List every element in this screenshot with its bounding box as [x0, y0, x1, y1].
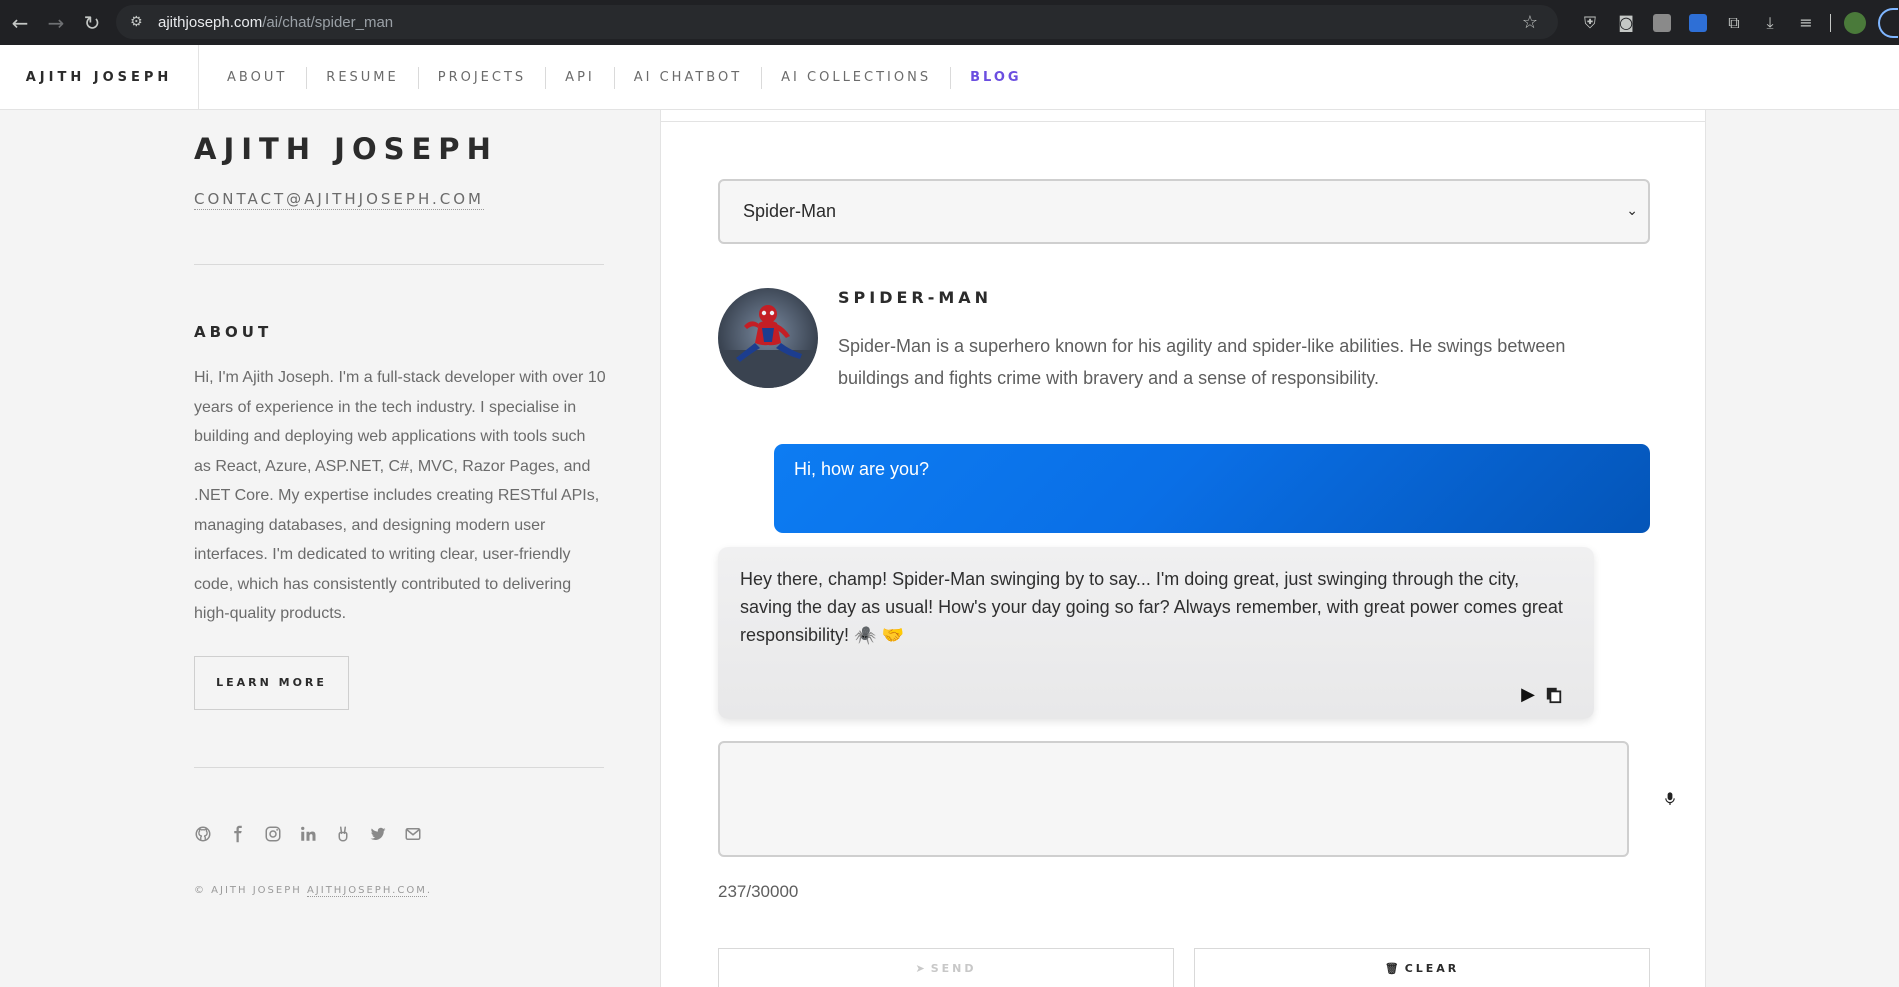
divider	[194, 264, 604, 265]
address-bar[interactable]: ⚙ ajithjoseph.com/ai/chat/spider_man ☆	[116, 5, 1558, 39]
download-icon[interactable]: ⤓	[1752, 8, 1788, 38]
divider	[194, 766, 604, 768]
twitter-icon[interactable]	[369, 825, 387, 843]
bookmark-star-icon[interactable]: ☆	[1522, 12, 1538, 33]
social-links	[194, 825, 604, 843]
chat-panel: Spider-Man ⌄ SPIDER-MAN Spider-Man is a …	[660, 110, 1706, 987]
brand-logo[interactable]: AJITH JOSEPH	[0, 45, 199, 110]
main-nav: ABOUT RESUME PROJECTS API AI CHATBOT AI …	[208, 45, 1041, 110]
persona-avatar	[718, 288, 818, 388]
site-header: AJITH JOSEPH ABOUT RESUME PROJECTS API A…	[0, 45, 1899, 110]
nav-resume[interactable]: RESUME	[306, 66, 417, 89]
persona-select[interactable]: Spider-Man ⌄	[718, 179, 1650, 244]
pencil-extension-icon[interactable]	[1653, 13, 1671, 32]
nav-projects[interactable]: PROJECTS	[417, 66, 545, 89]
nav-api[interactable]: API	[545, 66, 614, 89]
contact-email-link[interactable]: CONTACT@AJITHJOSEPH.COM	[194, 190, 484, 210]
about-heading: ABOUT	[194, 323, 273, 341]
chevron-down-icon: ⌄	[1626, 203, 1638, 219]
chrome-menu-button[interactable]	[1878, 7, 1898, 38]
sidebar-title: AJITH JOSEPH	[194, 132, 498, 166]
forward-arrow-icon[interactable]: →	[38, 5, 74, 41]
message-input[interactable]	[718, 741, 1629, 857]
divider	[661, 121, 1705, 122]
message-actions: ▶	[1518, 684, 1564, 705]
nav-ai-collections[interactable]: AI COLLECTIONS	[761, 66, 950, 89]
browser-toolbar: ← → ↻ ⚙ ajithjoseph.com/ai/chat/spider_m…	[0, 0, 1899, 45]
copyright-link[interactable]: AJITHJOSEPH.COM	[306, 884, 427, 897]
assistant-message-text: Hey there, champ! Spider-Man swinging by…	[740, 569, 1563, 645]
toolbar-divider	[1830, 13, 1831, 32]
copy-icon[interactable]	[1544, 685, 1564, 705]
nav-ai-chatbot[interactable]: AI CHATBOT	[613, 66, 761, 89]
address-url[interactable]: ajithjoseph.com/ai/chat/spider_man	[158, 14, 393, 31]
peace-hand-icon[interactable]	[334, 825, 352, 843]
character-counter: 237/30000	[718, 882, 799, 901]
send-button[interactable]: ➤ SEND	[718, 948, 1174, 987]
linkedin-icon[interactable]	[299, 825, 317, 843]
persona-description: Spider-Man is a superhero known for his …	[838, 336, 1566, 388]
about-text: Hi, I'm Ajith Joseph. I'm a full-stack d…	[194, 369, 606, 622]
github-icon[interactable]	[194, 825, 212, 843]
copyright: © AJITH JOSEPH AJITHJOSEPH.COM.	[194, 884, 433, 897]
clear-button[interactable]: 🗑 CLEAR	[1194, 948, 1650, 987]
send-icon: ➤	[915, 962, 925, 975]
persona-select-value: Spider-Man	[743, 201, 837, 221]
nav-about[interactable]: ABOUT	[208, 67, 306, 89]
site-settings-icon[interactable]: ⚙	[130, 14, 152, 30]
user-message: Hi, how are you?	[774, 444, 1650, 533]
profile-avatar-icon[interactable]	[1844, 11, 1866, 34]
trash-icon: 🗑	[1384, 962, 1399, 975]
microphone-icon[interactable]	[1661, 788, 1679, 810]
nav-blog[interactable]: BLOG	[950, 66, 1040, 89]
instagram-icon[interactable]	[264, 825, 282, 843]
facebook-icon[interactable]	[229, 825, 247, 843]
back-arrow-icon[interactable]: ←	[2, 5, 38, 41]
shield-extension-icon[interactable]: ⛨	[1572, 8, 1608, 38]
reload-icon[interactable]: ↻	[74, 5, 110, 41]
play-audio-icon[interactable]: ▶	[1518, 684, 1538, 705]
sidebar: AJITH JOSEPH CONTACT@AJITHJOSEPH.COM ABO…	[194, 110, 606, 897]
camera-extension-icon[interactable]: ◙	[1608, 8, 1644, 38]
media-queue-icon[interactable]: ≡	[1788, 8, 1824, 38]
learn-more-button[interactable]: LEARN MORE	[194, 655, 349, 710]
puzzle-extensions-icon[interactable]: ⧉	[1716, 8, 1752, 38]
persona-name: SPIDER-MAN	[838, 288, 993, 307]
mail-icon[interactable]	[404, 825, 422, 843]
assistant-message: Hey there, champ! Spider-Man swinging by…	[718, 547, 1594, 719]
image-extension-icon[interactable]	[1689, 13, 1707, 32]
